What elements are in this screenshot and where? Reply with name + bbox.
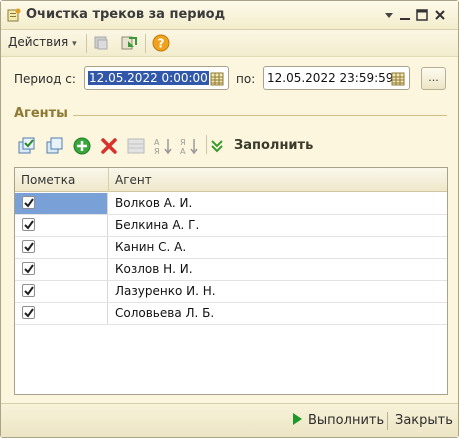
uncheck-all-icon[interactable] (45, 136, 65, 156)
period-to-value[interactable]: 12.05.2022 23:59:59 (267, 71, 393, 85)
table-row[interactable]: Соловьева Л. Б. (15, 303, 447, 325)
agent-name: Лазуренко И. Н. (115, 284, 216, 298)
svg-text:Я: Я (180, 138, 186, 147)
row-checkbox[interactable] (22, 306, 35, 319)
delete-icon[interactable] (99, 136, 119, 156)
check-icon (24, 308, 34, 318)
help-icon[interactable]: ? (152, 34, 170, 52)
table-disabled-icon[interactable] (126, 136, 146, 156)
title-bar[interactable]: Очистка треков за период (1, 1, 458, 30)
mark-cell[interactable] (15, 237, 108, 258)
toolbar-divider (145, 34, 146, 53)
check-icon (24, 198, 34, 208)
check-all-icon[interactable] (17, 136, 37, 156)
dialog-footer: Выполнить Закрыть (1, 403, 458, 437)
add-icon[interactable] (72, 136, 92, 156)
run-button[interactable]: Выполнить (293, 413, 384, 428)
row-checkbox[interactable] (22, 218, 35, 231)
row-checkbox[interactable] (22, 284, 35, 297)
svg-text:A: A (180, 147, 186, 156)
table-header: Пометка Агент (15, 168, 447, 192)
period-to-label: по: (236, 72, 256, 86)
table-row[interactable]: Волков А. И. (15, 193, 447, 215)
check-icon (24, 220, 34, 230)
svg-text:A: A (154, 138, 160, 147)
row-checkbox[interactable] (22, 196, 35, 209)
sort-ascending-icon[interactable]: A Я (153, 136, 173, 156)
minimize-icon[interactable] (398, 8, 412, 22)
check-icon (24, 264, 34, 274)
agent-name: Канин С. А. (115, 240, 187, 254)
footer-divider (387, 412, 388, 430)
table-row[interactable]: Канин С. А. (15, 237, 447, 259)
row-checkbox[interactable] (22, 240, 35, 253)
period-from-field[interactable]: 12.05.2022 0:00:00 (84, 66, 229, 90)
column-header-agent[interactable]: Агент (115, 173, 152, 187)
mark-cell[interactable] (15, 303, 108, 324)
actions-label: Действия (8, 35, 69, 49)
double-chevron-down-icon[interactable] (210, 136, 224, 156)
mark-cell[interactable] (15, 193, 108, 214)
group-divider (73, 115, 447, 116)
load-data-icon[interactable] (120, 34, 138, 52)
agent-name: Соловьева Л. Б. (115, 306, 215, 320)
close-icon[interactable] (433, 8, 447, 22)
column-divider[interactable] (108, 168, 109, 192)
actions-menu-button[interactable]: Действия ▾ (8, 35, 77, 49)
column-header-mark[interactable]: Пометка (21, 173, 75, 187)
svg-text:?: ? (158, 37, 165, 51)
fill-button[interactable]: Заполнить (234, 138, 313, 153)
play-icon (293, 413, 302, 425)
chevron-down-icon: ▾ (72, 39, 77, 49)
command-bar: Действия ▾ ? (1, 30, 458, 57)
calendar-icon[interactable] (390, 71, 406, 87)
period-to-field[interactable]: 12.05.2022 23:59:59 (263, 66, 410, 90)
check-icon (24, 242, 34, 252)
agent-name: Белкина А. Г. (115, 218, 200, 232)
toolbar-divider (206, 135, 207, 154)
close-button[interactable]: Закрыть (395, 413, 453, 428)
period-from-label: Период с: (14, 72, 76, 86)
row-checkbox[interactable] (22, 262, 35, 275)
maximize-icon[interactable] (415, 8, 429, 22)
calendar-icon[interactable] (209, 71, 225, 87)
run-label: Выполнить (308, 413, 385, 428)
agents-group-title: Агенты (14, 106, 68, 121)
svg-text:Я: Я (154, 147, 160, 156)
period-from-value[interactable]: 12.05.2022 0:00:00 (88, 71, 209, 85)
agent-name: Козлов Н. И. (115, 262, 193, 276)
table-row[interactable]: Лазуренко И. Н. (15, 281, 447, 303)
table-row[interactable]: Белкина А. Г. (15, 215, 447, 237)
sort-descending-icon[interactable]: Я A (179, 136, 199, 156)
window-title: Очистка треков за период (26, 7, 226, 22)
menu-icon[interactable] (382, 8, 396, 22)
agent-name: Волков А. И. (115, 196, 193, 210)
form-icon (7, 8, 21, 22)
check-icon (24, 286, 34, 296)
table-row[interactable]: Козлов Н. И. (15, 259, 447, 281)
toolbar-divider (86, 34, 87, 53)
agents-table[interactable]: Пометка Агент Волков А. И. Белкина А. Г. (14, 167, 448, 395)
mark-cell[interactable] (15, 215, 108, 236)
save-data-icon[interactable] (92, 34, 110, 52)
choose-period-button[interactable]: ... (421, 67, 446, 90)
mark-cell[interactable] (15, 281, 108, 302)
dialog-window: Очистка треков за период Действия ▾ ? Пе… (0, 0, 459, 438)
mark-cell[interactable] (15, 259, 108, 280)
